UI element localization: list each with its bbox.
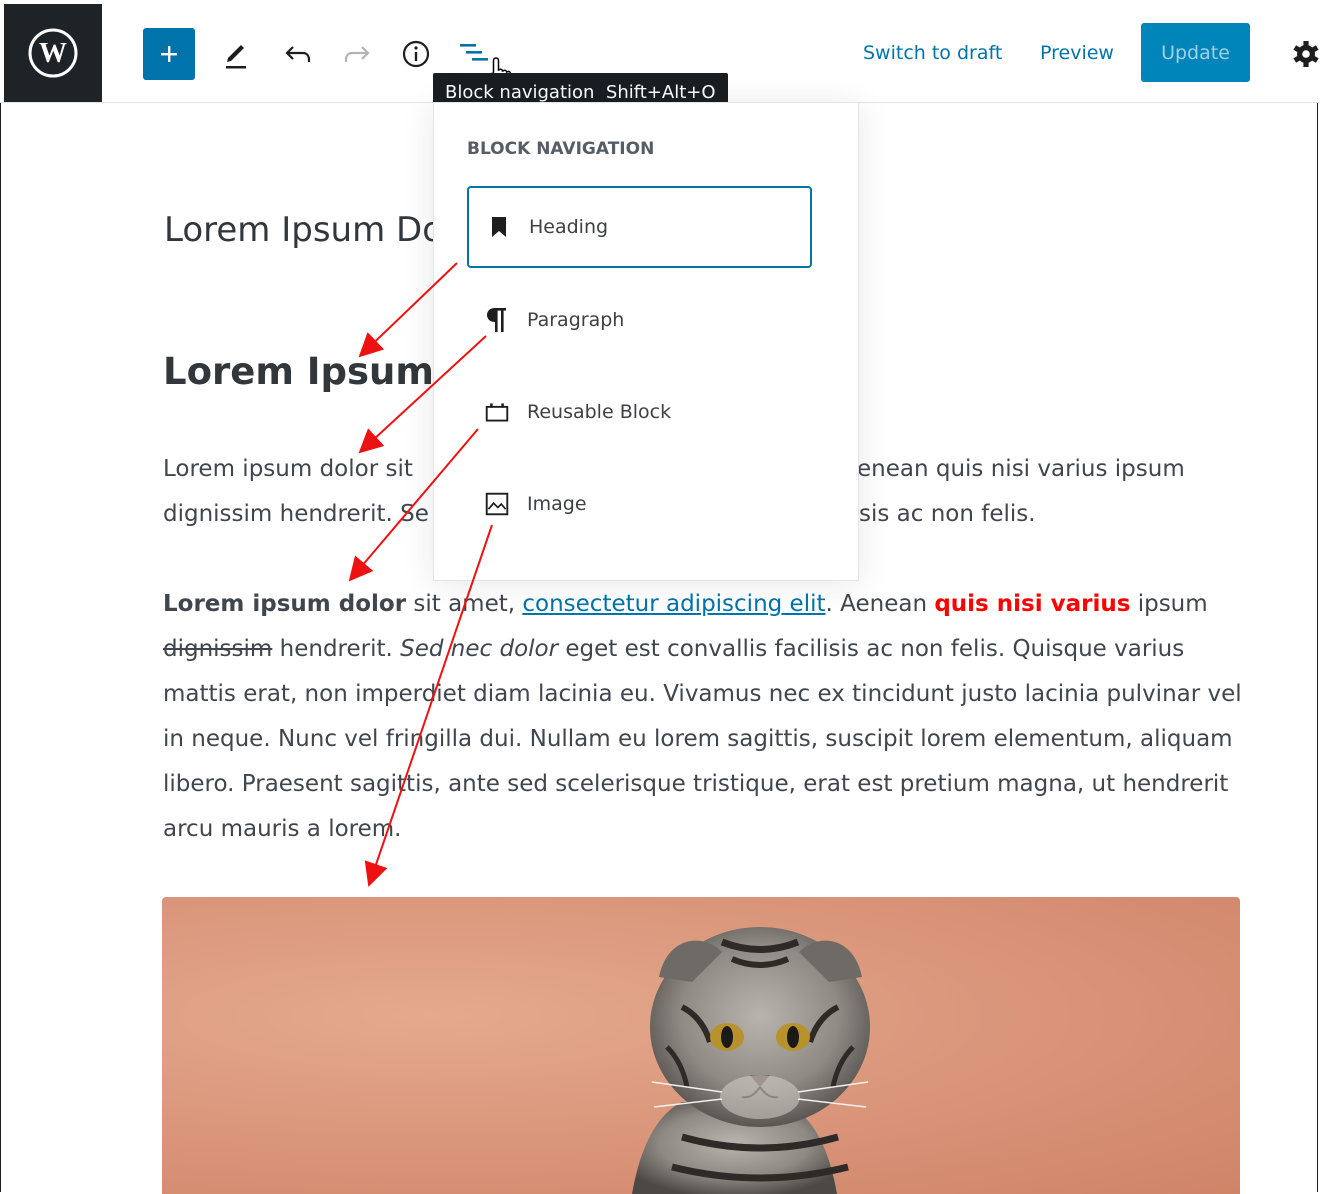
block-navigation-icon [460, 44, 488, 61]
bookmark-icon [487, 215, 511, 239]
undo-icon [285, 46, 311, 62]
paragraph-text: ipsum [1130, 591, 1208, 617]
italic-text: Sed nec dolor [400, 636, 559, 662]
pencil-icon [226, 45, 246, 69]
heading-block[interactable]: Lorem Ipsum [163, 350, 434, 393]
paragraph-text: hendrerit. [272, 636, 401, 662]
block-nav-label: Image [527, 493, 587, 515]
paragraph-1-line-2-left: dignissim hendrerit. Se [163, 501, 429, 527]
popover-title: Block Navigation [467, 139, 655, 159]
block-nav-item-paragraph[interactable]: Paragraph [467, 279, 812, 361]
red-bold-text: quis nisi varius [934, 591, 1131, 617]
reusable-block-icon [485, 400, 509, 424]
image-icon [485, 492, 509, 516]
block-nav-item-image[interactable]: Image [467, 463, 812, 545]
switch-to-draft-button[interactable]: Switch to draft [863, 42, 1002, 64]
paragraph-text: sit amet, [406, 591, 523, 617]
block-navigation-popover: Block Navigation Heading Paragraph Reusa… [433, 102, 859, 581]
gear-icon[interactable] [1291, 38, 1320, 70]
tools-button[interactable] [216, 32, 256, 76]
paragraph-1-line-2-right: sis ac non felis. [859, 501, 1036, 527]
inline-link[interactable]: consectetur adipiscing elit [522, 591, 825, 617]
plus-icon [161, 46, 177, 62]
paragraph-text: eget est convallis facilisis ac non feli… [163, 636, 1242, 842]
bold-text: Lorem ipsum dolor [163, 591, 407, 617]
paragraph-block-2[interactable]: Lorem ipsum dolor sit amet, consectetur … [163, 582, 1243, 852]
tooltip-shortcut: Shift+Alt+O [605, 82, 716, 103]
block-nav-item-heading[interactable]: Heading [467, 186, 812, 268]
image-block[interactable] [162, 897, 1240, 1194]
block-nav-label: Reusable Block [527, 401, 672, 423]
svg-text:W: W [39, 38, 67, 69]
paragraph-1-line-1-left: Lorem ipsum dolor sit [163, 456, 413, 482]
pilcrow-icon [485, 308, 509, 332]
info-button[interactable] [396, 32, 436, 76]
wordpress-icon: W [28, 28, 78, 78]
strikethrough-text: dignissim [163, 636, 273, 662]
block-nav-label: Heading [529, 216, 609, 238]
redo-button[interactable] [337, 32, 377, 76]
block-nav-item-reusable-block[interactable]: Reusable Block [467, 371, 812, 453]
paragraph-1-line-1-right: enean quis nisi varius ipsum [857, 456, 1185, 482]
redo-icon [344, 46, 370, 62]
add-block-button[interactable] [143, 28, 195, 80]
wordpress-logo[interactable]: W [4, 4, 102, 102]
paragraph-text: . Aenean [825, 591, 935, 617]
preview-button[interactable]: Preview [1040, 42, 1114, 64]
undo-button[interactable] [278, 32, 318, 76]
update-button[interactable]: Update [1141, 23, 1250, 82]
tooltip-label: Block navigation [445, 82, 595, 103]
info-icon [402, 40, 430, 68]
cat-photo [632, 927, 870, 1194]
block-nav-label: Paragraph [527, 309, 625, 331]
post-title[interactable]: Lorem Ipsum Do [164, 210, 443, 250]
